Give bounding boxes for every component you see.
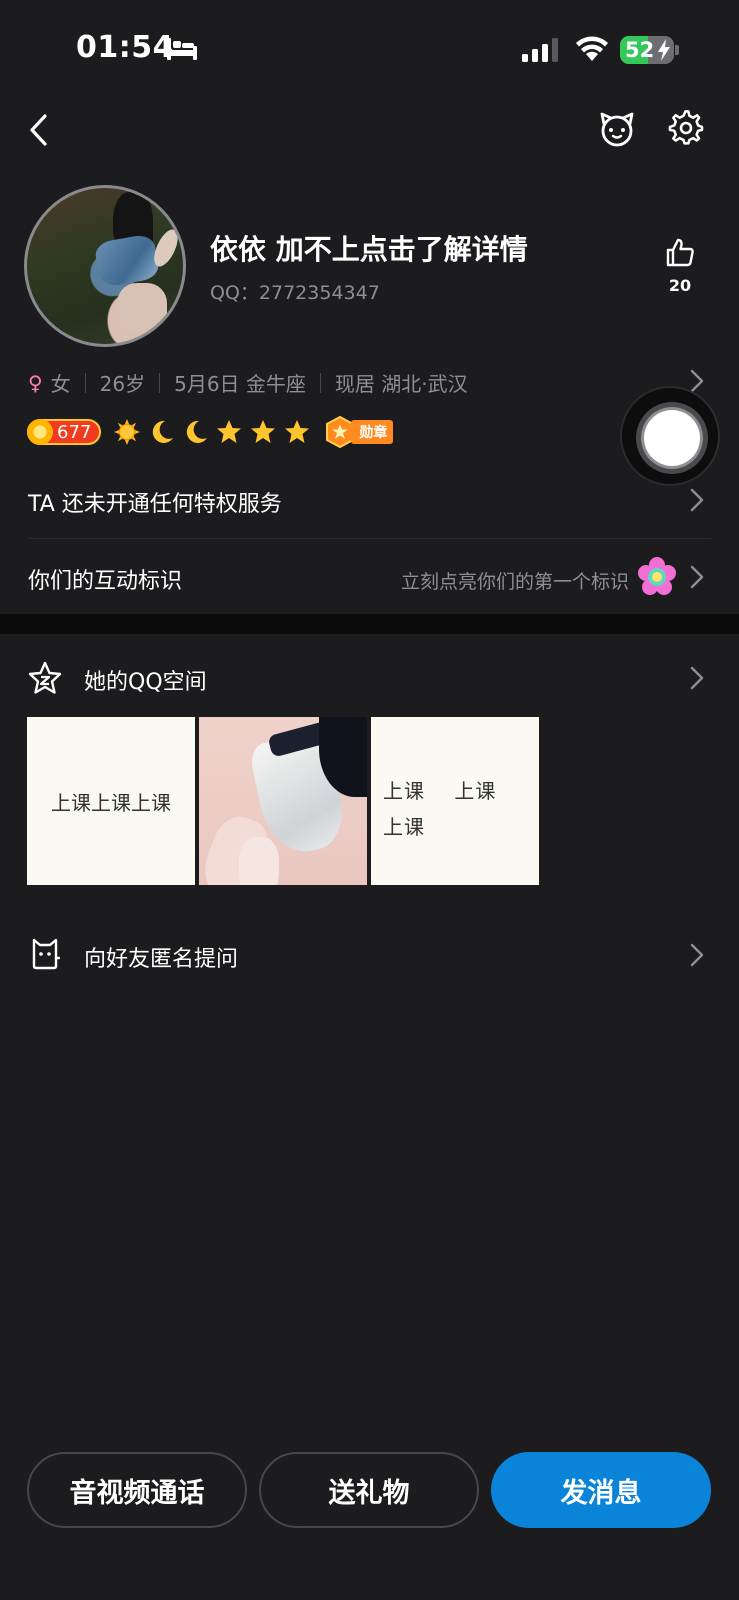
pet-icon[interactable] (598, 110, 636, 148)
qzone-label: 她的QQ空间 (84, 670, 207, 695)
basic-info[interactable]: ♀ 女 26岁 5月6日 金牛座 现居 湖北·武汉 (28, 368, 468, 397)
battery-level: 52 (625, 38, 655, 62)
qq-label: QQ： (210, 282, 259, 304)
chevron-right-icon[interactable] (690, 369, 704, 393)
separator (84, 372, 86, 393)
battery-tip (675, 45, 679, 55)
anonymous-question-row[interactable]: 向好友匿名提问 (0, 917, 739, 993)
privilege-label: TA 还未开通任何特权服务 (28, 492, 282, 517)
ask-label: 向好友匿名提问 (84, 947, 239, 972)
interaction-row[interactable]: 你们的互动标识 立刻点亮你们的第一个标识 (0, 539, 739, 615)
bed-icon (167, 38, 197, 60)
moon-icon (187, 420, 208, 443)
profile-name: 依依 加不上点击了解详情 (210, 233, 528, 266)
qq-number: QQ：2772354347 (210, 278, 380, 305)
like-count: 20 (668, 276, 692, 295)
chevron-right-icon (690, 943, 704, 967)
section-divider (0, 614, 739, 634)
level-row[interactable]: 677 勋章 (27, 416, 394, 448)
birthday: 5月6日 金牛座 (174, 372, 306, 396)
bolt-icon (658, 39, 670, 61)
back-icon[interactable] (26, 112, 54, 148)
signal-icon (522, 38, 558, 62)
qzone-photo[interactable] (199, 717, 367, 885)
moon-icon (153, 420, 174, 443)
gear-icon[interactable] (668, 110, 704, 146)
age: 26岁 (99, 372, 146, 396)
medal-label: 勋章 (351, 420, 394, 444)
level-number: 677 (57, 421, 92, 443)
star-icon (217, 420, 242, 443)
qzone-star-icon (28, 661, 62, 694)
cat-box-icon (32, 938, 60, 970)
thumbs-up-icon[interactable] (665, 237, 695, 267)
medal-badge[interactable]: 勋章 (325, 416, 394, 448)
av-call-button[interactable]: 音视频通话 (27, 1452, 247, 1528)
chevron-right-icon (690, 666, 704, 690)
qq-value: 2772354347 (258, 282, 380, 304)
avatar[interactable] (24, 185, 186, 347)
sun-icon (114, 419, 141, 445)
star-icon (285, 420, 310, 443)
privilege-row[interactable]: TA 还未开通任何特权服务 (0, 462, 739, 538)
battery-icon: 52 (620, 36, 674, 64)
star-icon (251, 420, 276, 443)
send-gift-button[interactable]: 送礼物 (259, 1452, 479, 1528)
photo-caption: 上课 上课 上课 (383, 779, 497, 839)
interaction-label: 你们的互动标识 (28, 569, 183, 594)
female-icon: ♀ (28, 370, 43, 395)
location: 现居 湖北·武汉 (334, 372, 468, 396)
wifi-icon (576, 36, 608, 61)
separator (159, 372, 161, 393)
qzone-photo[interactable]: 上课 上课 上课 (371, 717, 539, 885)
photo-caption: 上课上课上课 (51, 790, 171, 815)
chevron-right-icon (690, 488, 704, 512)
interaction-hint: 立刻点亮你们的第一个标识 (400, 571, 629, 593)
status-time: 01:54 (76, 30, 174, 65)
level-badge: 677 (27, 419, 102, 445)
qzone-photo[interactable]: 上课上课上课 (27, 717, 195, 885)
gender: 女 (50, 372, 71, 396)
flower-icon (638, 557, 676, 595)
separator (319, 372, 321, 393)
qzone-row[interactable]: 她的QQ空间 (0, 640, 739, 716)
chevron-right-icon (690, 565, 704, 589)
send-message-button[interactable]: 发消息 (491, 1452, 711, 1528)
coin-icon (27, 419, 53, 445)
